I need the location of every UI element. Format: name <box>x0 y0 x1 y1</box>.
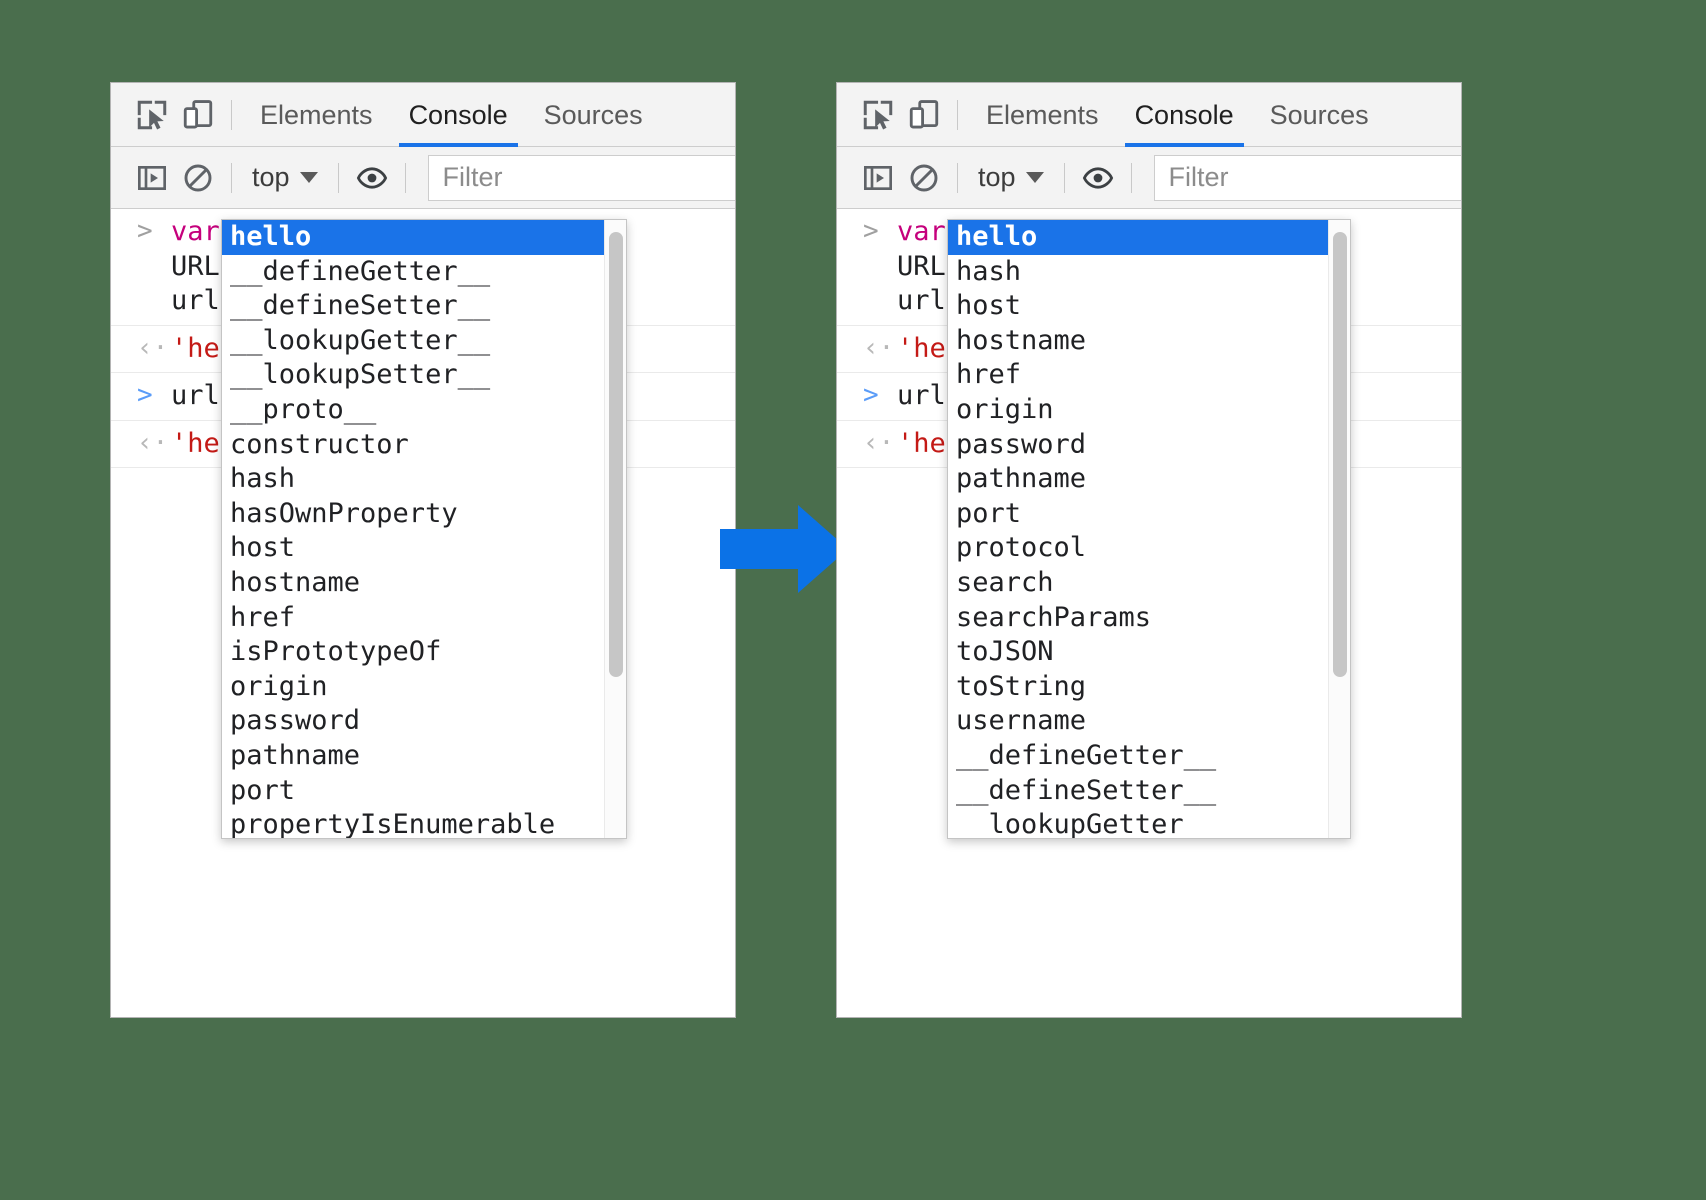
console-body-after: > var url = new URL(document.location);u… <box>837 209 1461 1017</box>
autocomplete-item[interactable]: __lookupSetter__ <box>222 358 604 393</box>
entry-marker: ‹· <box>863 427 895 458</box>
toolbar-divider <box>231 99 232 130</box>
toolbar-divider <box>957 99 958 130</box>
autocomplete-item[interactable]: __defineGetter__ <box>948 739 1328 774</box>
autocomplete-item[interactable]: pathname <box>948 462 1328 497</box>
autocomplete-item[interactable]: toJSON <box>948 635 1328 670</box>
autocomplete-item[interactable]: origin <box>222 670 604 705</box>
tab-console[interactable]: Console <box>1117 83 1252 147</box>
autocomplete-item[interactable]: __defineSetter__ <box>222 289 604 324</box>
autocomplete-item[interactable]: pathname <box>222 739 604 774</box>
entry-marker: ‹· <box>137 332 169 363</box>
autocomplete-item[interactable]: origin <box>948 393 1328 428</box>
clear-console-icon[interactable] <box>175 155 221 201</box>
autocomplete-list[interactable]: hello hash host hostname href origin password p… <box>948 220 1328 838</box>
execution-context-label: top <box>978 162 1016 192</box>
entry-marker: ‹· <box>137 427 169 458</box>
autocomplete-item[interactable]: host <box>948 289 1328 324</box>
live-expression-icon[interactable] <box>349 155 395 201</box>
autocomplete-item[interactable]: propertyIsEnumerable <box>222 808 604 838</box>
screenshot-stage: Elements Console Sources top Filter > va… <box>0 0 1706 1200</box>
inspect-cursor-icon[interactable] <box>855 92 901 138</box>
console-body-before: > var url = new URL(document.location);u… <box>111 209 735 1017</box>
filter-input[interactable]: Filter <box>1153 154 1461 201</box>
execution-context-selector[interactable]: top <box>968 162 1054 193</box>
clear-console-icon[interactable] <box>901 155 947 201</box>
autocomplete-item[interactable]: hostname <box>948 324 1328 359</box>
autocomplete-item[interactable]: host <box>222 531 604 566</box>
filterbar-divider-1 <box>231 162 232 193</box>
entry-marker: > <box>863 380 879 411</box>
autocomplete-item[interactable]: hello <box>222 220 604 255</box>
autocomplete-item[interactable]: constructor <box>222 428 604 463</box>
filterbar-divider-3 <box>1130 162 1132 193</box>
devtools-panel-after: Elements Console Sources top Filter > va… <box>836 82 1462 1018</box>
device-toolbar-icon[interactable] <box>901 92 947 138</box>
autocomplete-scrollbar-thumb[interactable] <box>1333 232 1347 678</box>
autocomplete-item[interactable]: isPrototypeOf <box>222 635 604 670</box>
console-sidebar-icon[interactable] <box>129 155 175 201</box>
devtools-panel-before: Elements Console Sources top Filter > va… <box>110 82 736 1018</box>
autocomplete-item[interactable]: hash <box>222 462 604 497</box>
autocomplete-scrollbar[interactable] <box>604 220 626 838</box>
entry-marker: > <box>137 216 153 246</box>
entry-marker: > <box>863 216 879 246</box>
autocomplete-list[interactable]: hello __defineGetter__ __defineSetter__ __l… <box>222 220 604 838</box>
autocomplete-scrollbar-thumb[interactable] <box>609 232 623 678</box>
autocomplete-item[interactable]: toString <box>948 670 1328 705</box>
autocomplete-item[interactable]: port <box>948 497 1328 532</box>
console-sidebar-icon[interactable] <box>855 155 901 201</box>
live-expression-icon[interactable] <box>1075 155 1121 201</box>
filter-input[interactable]: Filter <box>427 154 735 201</box>
autocomplete-item[interactable]: password <box>222 704 604 739</box>
autocomplete-item[interactable]: hasOwnProperty <box>222 497 604 532</box>
tab-elements[interactable]: Elements <box>242 83 391 147</box>
filterbar-divider-1 <box>957 162 958 193</box>
autocomplete-popup-before[interactable]: hello __defineGetter__ __defineSetter__ __l… <box>221 219 627 839</box>
autocomplete-popup-after[interactable]: hello hash host hostname href origin password p… <box>947 219 1351 839</box>
autocomplete-item[interactable]: __defineSetter__ <box>948 774 1328 809</box>
right-arrow-icon <box>720 505 848 593</box>
tab-sources[interactable]: Sources <box>526 83 661 147</box>
execution-context-label: top <box>252 162 290 192</box>
tab-sources[interactable]: Sources <box>1252 83 1387 147</box>
tab-elements[interactable]: Elements <box>968 83 1117 147</box>
autocomplete-item[interactable]: __proto__ <box>222 393 604 428</box>
autocomplete-item[interactable]: password <box>948 428 1328 463</box>
autocomplete-item[interactable]: username <box>948 704 1328 739</box>
filterbar-divider-2 <box>1063 162 1065 193</box>
autocomplete-item[interactable]: hostname <box>222 566 604 601</box>
autocomplete-item[interactable]: protocol <box>948 531 1328 566</box>
autocomplete-item[interactable]: __lookupGetter__ <box>948 808 1328 838</box>
execution-context-selector[interactable]: top <box>242 162 328 193</box>
filterbar-divider-2 <box>337 162 339 193</box>
autocomplete-scrollbar[interactable] <box>1328 220 1350 838</box>
chevron-down-icon <box>299 172 318 183</box>
inspect-cursor-icon[interactable] <box>129 92 175 138</box>
console-filterbar-after: top Filter <box>837 147 1461 209</box>
autocomplete-item[interactable]: search <box>948 566 1328 601</box>
filterbar-divider-3 <box>404 162 406 193</box>
device-toolbar-icon[interactable] <box>175 92 221 138</box>
devtools-tabstrip-before: Elements Console Sources <box>111 83 735 147</box>
autocomplete-item[interactable]: port <box>222 774 604 809</box>
autocomplete-item[interactable]: __lookupGetter__ <box>222 324 604 359</box>
devtools-tabstrip-after: Elements Console Sources <box>837 83 1461 147</box>
autocomplete-item[interactable]: hash <box>948 255 1328 290</box>
autocomplete-item[interactable]: href <box>948 358 1328 393</box>
autocomplete-item[interactable]: href <box>222 601 604 636</box>
autocomplete-item[interactable]: __defineGetter__ <box>222 255 604 290</box>
tab-console[interactable]: Console <box>391 83 526 147</box>
chevron-down-icon <box>1025 172 1044 183</box>
autocomplete-item[interactable]: searchParams <box>948 601 1328 636</box>
entry-marker: ‹· <box>863 332 895 363</box>
console-filterbar-before: top Filter <box>111 147 735 209</box>
entry-marker: > <box>137 380 153 411</box>
autocomplete-item[interactable]: hello <box>948 220 1328 255</box>
